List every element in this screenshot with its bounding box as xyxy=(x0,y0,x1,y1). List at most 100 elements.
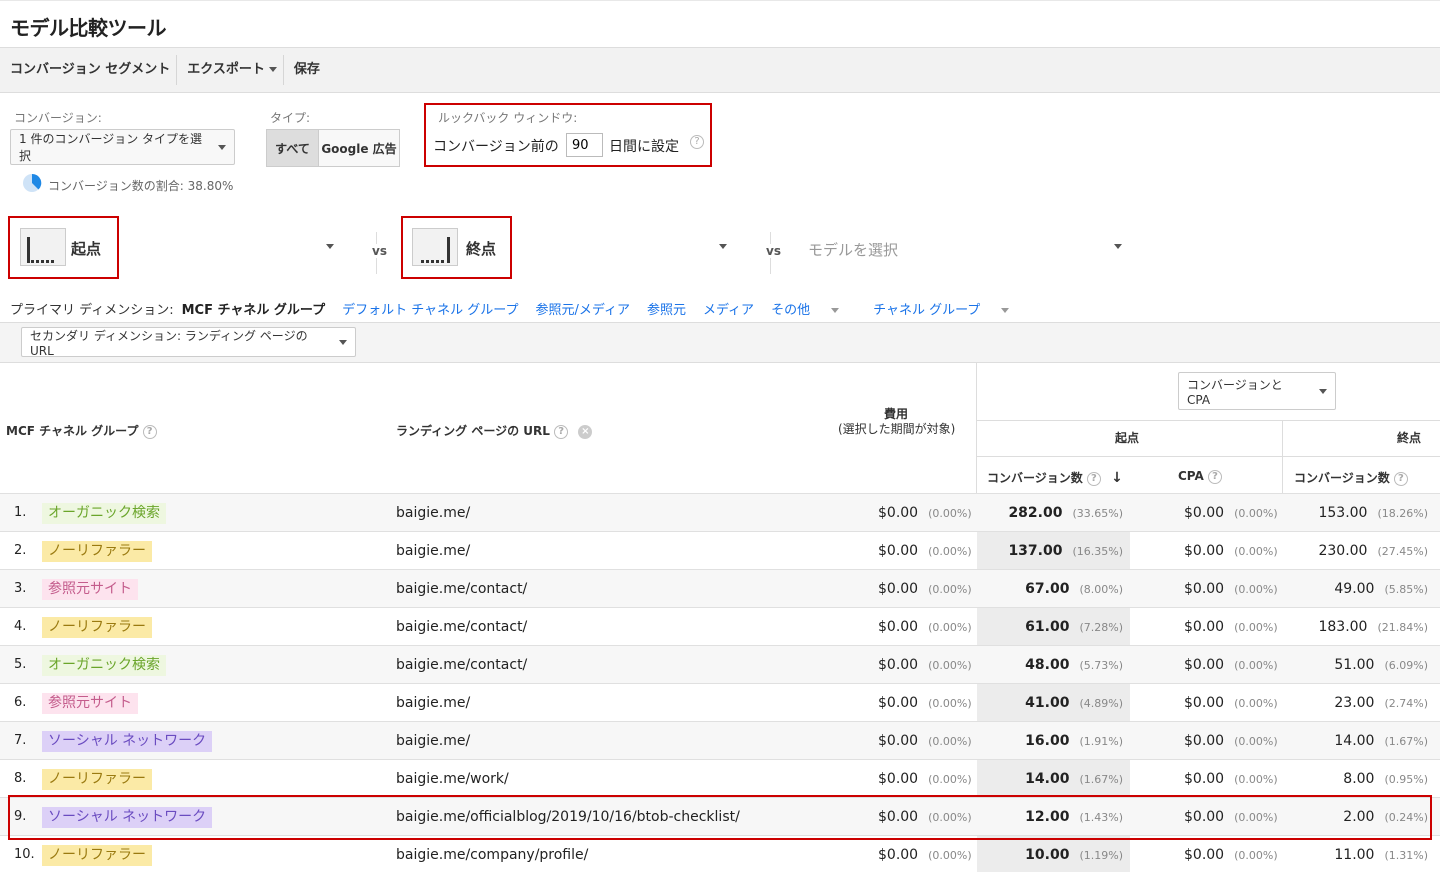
channel-chip[interactable]: ノーリファラー xyxy=(42,616,152,638)
dim-other-label: その他 xyxy=(771,303,811,318)
table-row[interactable]: 6. 参照元サイト baigie.me/ $0.00 (0.00%) 41.00 (4.89… xyxy=(0,683,1440,721)
help-icon[interactable]: ? xyxy=(1207,469,1222,484)
channel-chip[interactable]: ノーリファラー xyxy=(42,540,152,562)
col-header-channel[interactable]: MCF チャネル グループ ? xyxy=(6,422,157,439)
conv-first-percent: (8.00%) xyxy=(1079,583,1123,596)
channel-cell: 参照元サイト xyxy=(42,570,138,608)
url-cell[interactable]: baigie.me/ xyxy=(396,494,470,532)
cpa-percent: (0.00%) xyxy=(1234,849,1278,862)
type-all-button[interactable]: すべて xyxy=(266,129,319,167)
help-icon[interactable]: ? xyxy=(142,424,157,439)
conv-last-percent: (21.84%) xyxy=(1377,621,1428,634)
table-row[interactable]: 1. オーガニック検索 baigie.me/ $0.00 (0.00%) 282.00 (3… xyxy=(0,493,1440,531)
table-row[interactable]: 3. 参照元サイト baigie.me/contact/ $0.00 (0.00%) 67… xyxy=(0,569,1440,607)
conv-last-value: 11.00 xyxy=(1334,847,1375,863)
secondary-dimension-select[interactable]: セカンダリ ディメンション: ランディング ページの URL xyxy=(21,327,356,358)
channel-chip[interactable]: ノーリファラー xyxy=(42,844,152,866)
col-header-conv-last-label: コンバージョン数 xyxy=(1294,471,1390,485)
chevron-down-icon xyxy=(326,244,334,249)
chevron-down-icon xyxy=(339,339,347,345)
cost-value: $0.00 xyxy=(878,733,919,749)
channel-cell: ノーリファラー xyxy=(42,608,152,646)
table-row[interactable]: 5. オーガニック検索 baigie.me/contact/ $0.00 (0.00%)… xyxy=(0,645,1440,683)
cost-percent: (0.00%) xyxy=(928,849,972,862)
conv-last-cell: 230.00 (27.45%) xyxy=(1318,532,1428,570)
dim-default-channel-group[interactable]: デフォルト チャネル グループ xyxy=(342,299,518,318)
url-cell[interactable]: baigie.me/ xyxy=(396,532,470,570)
page-title: モデル比較ツール xyxy=(10,16,167,40)
dim-source-medium[interactable]: 参照元/メディア xyxy=(535,299,629,318)
url-cell[interactable]: baigie.me/contact/ xyxy=(396,608,527,646)
url-cell[interactable]: baigie.me/ xyxy=(396,684,470,722)
first-interaction-model-icon xyxy=(20,228,66,266)
metric-group-select[interactable]: コンバージョンと CPA xyxy=(1178,372,1336,410)
remove-dimension-icon[interactable]: × xyxy=(578,424,593,439)
table-row[interactable]: 4. ノーリファラー baigie.me/contact/ $0.00 (0.00%) 6… xyxy=(0,607,1440,645)
table-row[interactable]: 2. ノーリファラー baigie.me/ $0.00 (0.00%) 137.00 (16… xyxy=(0,531,1440,569)
cpa-cell: $0.00 (0.00%) xyxy=(1184,684,1278,722)
channel-chip[interactable]: ノーリファラー xyxy=(42,768,152,790)
row-number: 6. xyxy=(14,695,27,710)
group-header-first: 起点 xyxy=(1115,431,1140,445)
last-model-select[interactable] xyxy=(513,228,733,268)
conv-first-percent: (33.65%) xyxy=(1072,507,1123,520)
col-header-conv-last[interactable]: コンバージョン数 ? xyxy=(1294,469,1408,486)
col-header-cpa-label: CPA xyxy=(1178,469,1204,483)
col-header-channel-label: MCF チャネル グループ xyxy=(6,424,139,438)
channel-cell: オーガニック検索 xyxy=(42,646,166,684)
conversion-type-select[interactable]: 1 件のコンバージョン タイプを選択 xyxy=(10,129,235,165)
url-cell[interactable]: baigie.me/company/profile/ xyxy=(396,836,588,872)
conv-last-percent: (2.74%) xyxy=(1384,697,1428,710)
chevron-down-icon xyxy=(1114,244,1122,249)
help-icon[interactable]: ? xyxy=(1393,471,1408,486)
table-row[interactable]: 10. ノーリファラー baigie.me/company/profile/ $0.0… xyxy=(0,835,1440,872)
col-header-cost-sub: (選択した期間が対象) xyxy=(838,422,956,436)
conv-last-value: 8.00 xyxy=(1343,771,1375,787)
conv-last-percent: (1.31%) xyxy=(1384,849,1428,862)
conv-last-value: 51.00 xyxy=(1334,657,1375,673)
channel-chip[interactable]: オーガニック検索 xyxy=(42,502,166,524)
dim-medium[interactable]: メディア xyxy=(703,299,754,318)
conversion-segment-button[interactable]: コンバージョン セグメント xyxy=(0,55,178,85)
channel-chip[interactable]: 参照元サイト xyxy=(42,692,138,714)
cpa-cell: $0.00 (0.00%) xyxy=(1184,646,1278,684)
help-icon[interactable]: ? xyxy=(554,424,569,439)
dim-source[interactable]: 参照元 xyxy=(647,299,686,318)
third-model-select[interactable]: モデルを選択 xyxy=(808,228,1126,268)
url-cell[interactable]: baigie.me/ xyxy=(396,722,470,760)
url-cell[interactable]: baigie.me/contact/ xyxy=(396,570,527,608)
col-header-conv-first[interactable]: コンバージョン数 ? ↓ xyxy=(987,469,1123,486)
row-number: 4. xyxy=(14,619,27,634)
channel-chip[interactable]: オーガニック検索 xyxy=(42,654,166,676)
conv-last-percent: (18.26%) xyxy=(1377,507,1428,520)
export-button[interactable]: エクスポート xyxy=(177,55,284,85)
col-header-url[interactable]: ランディング ページの URL ? × xyxy=(396,422,593,439)
help-icon[interactable]: ? xyxy=(690,135,704,149)
channel-chip[interactable]: 参照元サイト xyxy=(42,578,138,600)
chevron-down-icon xyxy=(1319,388,1327,394)
first-model-select[interactable] xyxy=(120,228,340,268)
conv-first-percent: (1.91%) xyxy=(1079,735,1123,748)
col-header-cpa[interactable]: CPA ? xyxy=(1178,469,1222,484)
cpa-cell: $0.00 (0.00%) xyxy=(1184,608,1278,646)
table-row[interactable]: 7. ソーシャル ネットワーク baigie.me/ $0.00 (0.00%) 16.0… xyxy=(0,721,1440,759)
help-icon[interactable]: ? xyxy=(1086,471,1101,486)
url-cell[interactable]: baigie.me/contact/ xyxy=(396,646,527,684)
sort-down-arrow-icon: ↓ xyxy=(1111,470,1123,486)
conv-last-cell: 51.00 (6.09%) xyxy=(1334,646,1428,684)
cost-cell: $0.00 (0.00%) xyxy=(878,646,972,684)
cpa-value: $0.00 xyxy=(1184,581,1225,597)
url-cell[interactable]: baigie.me/work/ xyxy=(396,760,509,798)
conv-first-value: 67.00 xyxy=(1025,581,1070,597)
lookback-days-input[interactable] xyxy=(566,133,603,157)
dim-other[interactable]: その他 xyxy=(771,299,856,318)
divider xyxy=(977,456,1440,457)
lookback-prefix: コンバージョン前の xyxy=(433,139,559,155)
type-google-ads-button[interactable]: Google 広告 xyxy=(318,129,400,167)
save-button[interactable]: 保存 xyxy=(284,55,326,85)
dim-channel-group[interactable]: チャネル グループ xyxy=(873,299,1026,318)
conv-last-percent: (0.95%) xyxy=(1384,773,1428,786)
table-row[interactable]: 8. ノーリファラー baigie.me/work/ $0.00 (0.00%) 14.0… xyxy=(0,759,1440,797)
conv-last-cell: 14.00 (1.67%) xyxy=(1334,722,1428,760)
channel-chip[interactable]: ソーシャル ネットワーク xyxy=(42,730,213,752)
